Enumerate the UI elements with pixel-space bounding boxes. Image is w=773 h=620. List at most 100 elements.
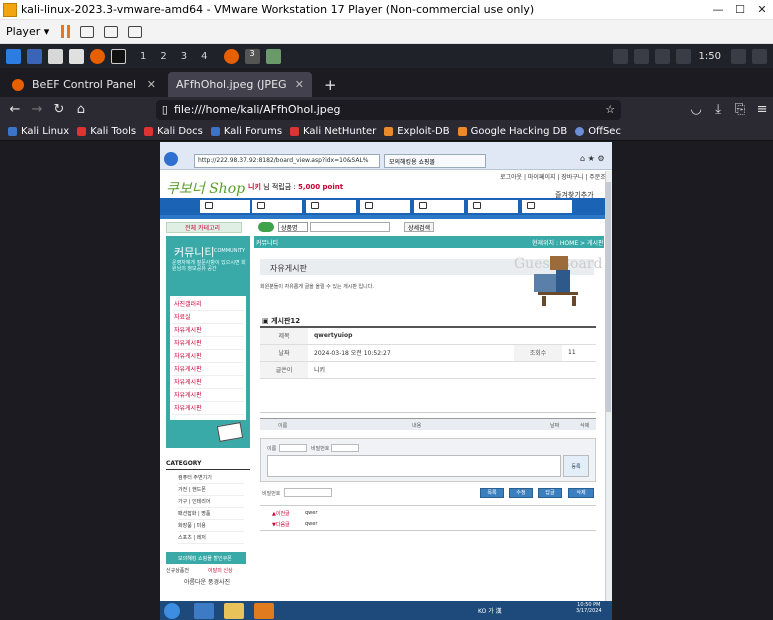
ie-back-icon bbox=[164, 152, 178, 166]
reply-button: 답글 bbox=[538, 488, 562, 498]
maximize-button[interactable]: ☐ bbox=[729, 3, 751, 16]
search-select: 상품명 bbox=[278, 222, 308, 232]
pocket-icon[interactable]: ◡ bbox=[685, 102, 707, 117]
fullscreen-icon[interactable] bbox=[104, 25, 119, 38]
delete-button: 삭제 bbox=[568, 488, 594, 498]
community-sub: COMMUNITY bbox=[214, 248, 246, 254]
menu-slot-icon bbox=[414, 200, 464, 213]
back-icon[interactable]: ← bbox=[4, 102, 26, 117]
computer-user-illustration bbox=[534, 256, 578, 306]
editor-icon[interactable] bbox=[69, 48, 84, 64]
player-menu-button[interactable]: Player ▾ bbox=[6, 25, 49, 38]
terminal-task-icon[interactable]: 3 bbox=[244, 48, 260, 64]
vmware-window-title: kali-linux-2023.3-vmware-amd64 - VMware … bbox=[21, 3, 535, 16]
prev-post-label: ▲이전글 bbox=[272, 511, 290, 517]
tab-close-icon[interactable]: ✕ bbox=[287, 78, 304, 91]
post-heading: ▣ 게시판12 bbox=[262, 317, 301, 325]
bookmarks-bar: Kali Linux Kali Tools Kali Docs Kali For… bbox=[0, 122, 773, 141]
list-item: 패션잡화 | 명품 bbox=[178, 508, 244, 520]
workspace-2[interactable]: 2 bbox=[160, 51, 166, 62]
search-input bbox=[310, 222, 390, 232]
home-icon[interactable]: ⌂ bbox=[70, 102, 92, 117]
prev-post-title: qwer bbox=[305, 510, 318, 516]
kali-forums-icon bbox=[210, 126, 220, 136]
tab-jpeg-image[interactable]: AFfhOhol.jpeg (JPEG Image, ✕ bbox=[168, 72, 312, 97]
pause-icon[interactable] bbox=[61, 25, 71, 38]
card-illustration-icon bbox=[216, 422, 244, 442]
screen-icon[interactable] bbox=[612, 48, 628, 64]
list-item: 스포츠 | 레저 bbox=[178, 532, 244, 544]
list-item: 자유게시판 bbox=[172, 389, 244, 402]
close-button[interactable]: ✕ bbox=[751, 3, 773, 16]
comment-form: 이름 비밀번호 등록 bbox=[260, 438, 596, 482]
send-ctrl-alt-del-icon[interactable] bbox=[80, 25, 95, 38]
bookmark-exploit-db[interactable]: Exploit-DB bbox=[384, 126, 450, 137]
workspace-1[interactable]: 1 bbox=[140, 51, 146, 62]
bookmark-kali-forums[interactable]: Kali Forums bbox=[210, 126, 282, 137]
bookmark-kali-linux[interactable]: Kali Linux bbox=[8, 126, 69, 137]
menu-slot-icon bbox=[200, 200, 250, 213]
firefox-tab-icon bbox=[12, 78, 24, 91]
next-post-label: ▼다음글 bbox=[272, 522, 290, 528]
notification-bell-icon[interactable] bbox=[654, 48, 670, 64]
list-item: 화장품 | 미용 bbox=[178, 520, 244, 532]
kali-top-panel: 1 2 3 4 3 1:50 bbox=[0, 44, 773, 68]
url-bar[interactable]: ▯ file:///home/kali/AFfhOhol.jpeg ☆ bbox=[155, 99, 622, 120]
panel-clock[interactable]: 1:50 bbox=[699, 51, 721, 62]
nethunter-icon bbox=[290, 126, 300, 136]
new-product-item: 아름다운 풍경사진 bbox=[184, 579, 231, 586]
kali-docs-icon bbox=[144, 126, 154, 136]
desktop-icon[interactable] bbox=[27, 48, 42, 64]
all-categories: 전체 카테고리 bbox=[166, 222, 242, 233]
minimize-button[interactable]: — bbox=[707, 3, 729, 16]
menu-slot-icon bbox=[360, 200, 410, 213]
table-row: 날짜 2024-03-18 오전 10:52:27 조회수 11 bbox=[260, 344, 596, 362]
offsec-icon bbox=[575, 126, 585, 136]
firefox-icon[interactable] bbox=[90, 48, 105, 64]
bookmark-kali-nethunter[interactable]: Kali NetHunter bbox=[290, 126, 376, 137]
battery-icon[interactable] bbox=[675, 48, 691, 64]
extensions-icon[interactable]: ⎘ bbox=[729, 102, 751, 117]
terminal-icon[interactable] bbox=[111, 48, 126, 64]
post-nav bbox=[260, 505, 596, 531]
lock-icon[interactable] bbox=[731, 48, 746, 64]
ie-taskbar-icon bbox=[194, 603, 214, 619]
bookmark-kali-docs[interactable]: Kali Docs bbox=[144, 126, 203, 137]
bookmark-google-hacking-db[interactable]: Google Hacking DB bbox=[457, 126, 567, 137]
volume-icon[interactable] bbox=[633, 48, 649, 64]
reload-icon[interactable]: ↻ bbox=[48, 102, 70, 117]
list-item: 가전 | 핸드폰 bbox=[178, 484, 244, 496]
menu-icon[interactable]: ≡ bbox=[751, 102, 773, 117]
unity-icon[interactable] bbox=[128, 25, 143, 38]
post-body bbox=[260, 381, 596, 413]
bookmark-offsec[interactable]: OffSec bbox=[575, 126, 621, 137]
firefox-task-icon[interactable] bbox=[223, 48, 239, 64]
workspace-4[interactable]: 4 bbox=[201, 51, 207, 62]
firefox-nav-bar: ← → ↻ ⌂ ▯ file:///home/kali/AFfhOhol.jpe… bbox=[0, 97, 773, 122]
tab-close-icon[interactable]: ✕ bbox=[139, 78, 156, 91]
list-item: 자유게시판 bbox=[172, 324, 244, 337]
menu-slot-icon bbox=[306, 200, 356, 213]
downloads-icon[interactable]: ⤓ bbox=[707, 102, 729, 117]
post-table: 제목 qwertyuiop 날짜 2024-03-18 오전 10:52:27 … bbox=[260, 326, 596, 379]
kali-tools-icon bbox=[77, 126, 87, 136]
image-viewer-task-icon[interactable] bbox=[265, 48, 281, 64]
bookmark-kali-tools[interactable]: Kali Tools bbox=[77, 126, 136, 137]
search-badge-icon bbox=[258, 222, 274, 232]
firefox-tab-strip: BeEF Control Panel ✕ AFfhOhol.jpeg (JPEG… bbox=[0, 68, 773, 97]
kali-menu-icon[interactable] bbox=[6, 48, 21, 64]
workspace-3[interactable]: 3 bbox=[181, 51, 187, 62]
files-icon[interactable] bbox=[48, 48, 63, 64]
new-products-sub: 이달의 신상 bbox=[208, 568, 233, 574]
list-item: 자유게시판 bbox=[172, 363, 244, 376]
new-products-title: 신규상품전 bbox=[166, 568, 190, 574]
edit-button: 수정 bbox=[509, 488, 533, 498]
explorer-taskbar-icon bbox=[224, 603, 244, 619]
bookmark-star-icon[interactable]: ☆ bbox=[605, 103, 615, 116]
new-tab-button[interactable]: + bbox=[316, 72, 345, 97]
forward-icon[interactable]: → bbox=[26, 102, 48, 117]
password-input bbox=[284, 488, 332, 497]
tab-beef-control-panel[interactable]: BeEF Control Panel ✕ bbox=[4, 72, 164, 97]
list-button: 목록 bbox=[480, 488, 504, 498]
power-icon[interactable] bbox=[752, 48, 767, 64]
